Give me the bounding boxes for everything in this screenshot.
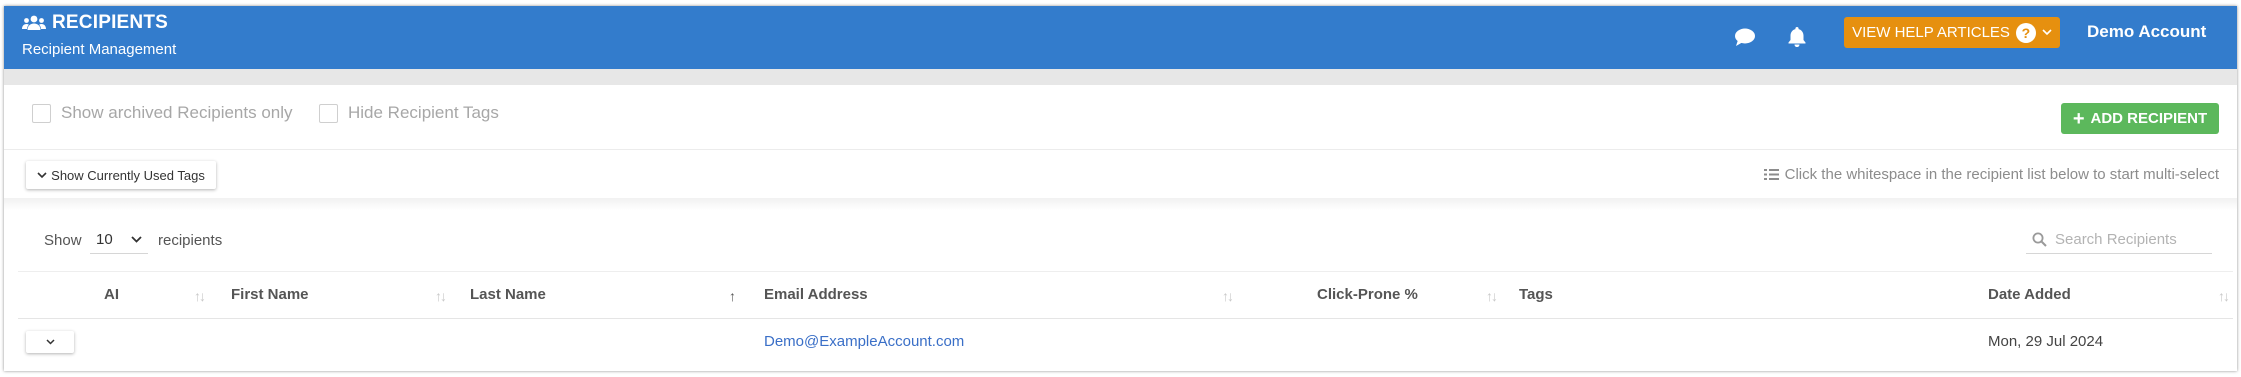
header-separator bbox=[4, 69, 2237, 85]
table-header-row: AI ↑↓ First Name ↑↓ Last Name ↑ Email Ad… bbox=[18, 271, 2233, 319]
hide-tags-checkbox[interactable] bbox=[319, 103, 338, 123]
notifications-button[interactable] bbox=[1784, 24, 1810, 50]
date-added-cell: Mon, 29 Jul 2024 bbox=[1988, 333, 2104, 350]
hide-tags-label: Hide Recipient Tags bbox=[348, 103, 499, 122]
multiselect-hint-text: Click the whitespace in the recipient li… bbox=[1784, 166, 2219, 183]
column-header-click-prone[interactable]: Click-Prone % bbox=[1317, 286, 1418, 303]
chat-button[interactable] bbox=[1732, 24, 1758, 50]
brand-block: RECIPIENTS Recipient Management bbox=[22, 12, 176, 58]
archived-only-toggle[interactable]: Show archived Recipients only bbox=[32, 103, 293, 123]
show-label: Show bbox=[44, 232, 82, 249]
search-box bbox=[2026, 226, 2212, 254]
column-header-first-name[interactable]: First Name bbox=[231, 286, 309, 303]
view-help-articles-button[interactable]: VIEW HELP ARTICLES ? bbox=[1844, 17, 2060, 48]
show-used-tags-button[interactable]: Show Currently Used Tags bbox=[26, 161, 216, 189]
search-icon bbox=[2032, 232, 2047, 247]
sort-ascending-icon[interactable]: ↑ bbox=[729, 288, 736, 304]
search-input[interactable] bbox=[2055, 231, 2205, 248]
column-header-email[interactable]: Email Address bbox=[764, 286, 868, 303]
list-check-icon bbox=[1763, 169, 1779, 180]
table-row[interactable]: Demo@ExampleAccount.com Mon, 29 Jul 2024 bbox=[18, 319, 2233, 367]
hide-tags-toggle[interactable]: Hide Recipient Tags bbox=[319, 103, 499, 123]
question-icon: ? bbox=[2015, 22, 2036, 43]
chevron-down-icon bbox=[131, 236, 142, 243]
section-separator bbox=[4, 198, 2237, 210]
page-length-select[interactable]: 10 bbox=[90, 226, 148, 254]
account-menu[interactable]: Demo Account bbox=[2087, 22, 2206, 42]
chat-icon bbox=[1735, 28, 1755, 46]
archived-only-label: Show archived Recipients only bbox=[61, 103, 293, 122]
sort-icon[interactable]: ↑↓ bbox=[194, 288, 206, 304]
multiselect-hint: Click the whitespace in the recipient li… bbox=[1763, 166, 2219, 183]
sort-icon[interactable]: ↑↓ bbox=[435, 288, 447, 304]
column-header-last-name[interactable]: Last Name bbox=[470, 286, 546, 303]
page-length-value: 10 bbox=[96, 231, 113, 248]
row-expand-button[interactable] bbox=[26, 331, 74, 353]
page-subtitle: Recipient Management bbox=[22, 41, 177, 58]
top-navbar: RECIPIENTS Recipient Management VIEW HEL… bbox=[4, 6, 2237, 69]
plus-icon: + bbox=[2072, 107, 2085, 130]
column-header-tags[interactable]: Tags bbox=[1519, 286, 1553, 303]
bell-icon bbox=[1788, 27, 1806, 47]
add-recipient-label: ADD RECIPIENT bbox=[2090, 110, 2208, 127]
column-header-date-added[interactable]: Date Added bbox=[1988, 286, 2071, 303]
app-window: RECIPIENTS Recipient Management VIEW HEL… bbox=[0, 0, 2241, 377]
recipients-page: RECIPIENTS Recipient Management VIEW HEL… bbox=[4, 6, 2237, 371]
page-title-text: RECIPIENTS bbox=[52, 12, 169, 33]
add-recipient-button[interactable]: + ADD RECIPIENT bbox=[2061, 103, 2219, 134]
page-title: RECIPIENTS bbox=[22, 12, 176, 34]
sort-icon[interactable]: ↑↓ bbox=[1222, 288, 1234, 304]
archived-only-checkbox[interactable] bbox=[32, 103, 51, 123]
users-icon bbox=[22, 15, 46, 30]
recipients-label: recipients bbox=[158, 232, 223, 249]
sort-icon[interactable]: ↑↓ bbox=[1486, 288, 1498, 304]
chevron-down-icon bbox=[2042, 29, 2052, 36]
chevron-down-icon bbox=[37, 171, 47, 178]
email-link[interactable]: Demo@ExampleAccount.com bbox=[764, 333, 964, 350]
chevron-down-icon bbox=[45, 339, 55, 345]
show-used-tags-label: Show Currently Used Tags bbox=[51, 167, 205, 183]
sort-icon[interactable]: ↑↓ bbox=[2218, 288, 2230, 304]
column-header-ai[interactable]: AI bbox=[104, 286, 119, 303]
options-divider bbox=[4, 149, 2237, 150]
help-button-label: VIEW HELP ARTICLES bbox=[1852, 24, 2010, 41]
